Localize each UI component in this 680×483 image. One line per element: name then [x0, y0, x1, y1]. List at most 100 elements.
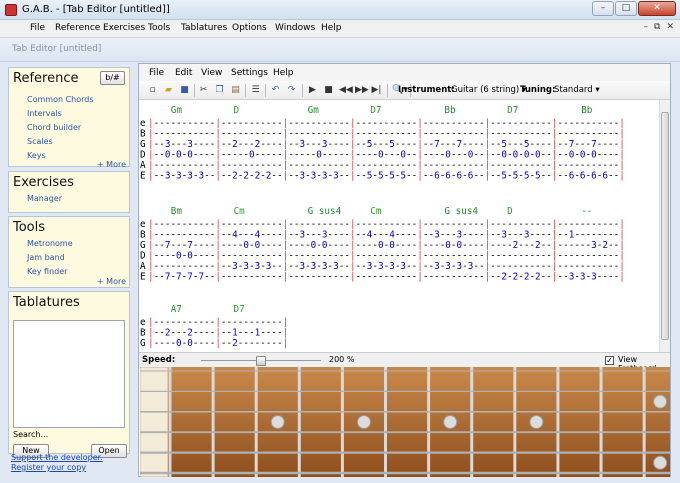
chord-name[interactable]: Gm: [171, 105, 183, 116]
string-name-label[interactable]: e: [140, 317, 146, 328]
editor-menu-edit[interactable]: Edit: [175, 68, 192, 78]
link-metronome[interactable]: Metronome: [27, 239, 73, 248]
reference-more-link[interactable]: + More: [97, 160, 126, 169]
tab-string-line[interactable]: |--7-7-7-7--|-----------|-----------|---…: [148, 272, 625, 283]
menu-options[interactable]: Options: [232, 23, 267, 33]
rewind-icon[interactable]: ◀◀: [339, 85, 353, 96]
paste-icon[interactable]: ▤: [230, 85, 241, 96]
close-button[interactable]: ✕: [638, 1, 676, 16]
open-folder-icon[interactable]: ▰: [163, 85, 174, 96]
string-name-label[interactable]: e: [140, 219, 146, 230]
chord-name[interactable]: G sus4: [308, 206, 342, 217]
tab-string-line[interactable]: |-----------|-----------|-----------|---…: [148, 160, 625, 171]
tab-string-line[interactable]: |--3-3-3-3--|--2-2-2-2--|--3-3-3-3--|--5…: [148, 171, 625, 182]
tab-string-line[interactable]: |--7---7----|----0-0----|----0-0----|---…: [148, 240, 625, 251]
menu-tools[interactable]: Tools: [148, 23, 170, 33]
search-input[interactable]: [13, 440, 125, 442]
string-name-label[interactable]: D: [140, 251, 146, 262]
menu-help[interactable]: Help: [321, 23, 342, 33]
play-icon[interactable]: ▶: [307, 85, 318, 96]
tab-string-line[interactable]: |-----------|--3-3-3-3--|--3-3-3-3--|--3…: [148, 261, 625, 272]
link-intervals[interactable]: Intervals: [27, 109, 62, 118]
chord-name[interactable]: D: [507, 206, 513, 217]
menu-file[interactable]: File: [30, 23, 45, 33]
link-chord-builder[interactable]: Chord builder: [27, 123, 81, 132]
chord-name[interactable]: Cm: [234, 206, 246, 217]
skip-end-icon[interactable]: ▶|: [371, 85, 382, 96]
mdi-close-button[interactable]: ✕: [666, 22, 674, 32]
chord-name[interactable]: Gm: [308, 105, 320, 116]
menu-exercises[interactable]: Exercises: [103, 23, 145, 33]
chord-name[interactable]: --: [581, 206, 592, 217]
editor-menu-view[interactable]: View: [201, 68, 222, 78]
menu-reference[interactable]: Reference: [55, 23, 100, 33]
view-fretboard-checkbox[interactable]: ✓: [605, 356, 614, 365]
vertical-scrollbar[interactable]: [659, 100, 670, 352]
save-icon[interactable]: ■: [179, 85, 190, 96]
string-name-label[interactable]: B: [140, 328, 146, 339]
menu-tablatures[interactable]: Tablatures: [181, 23, 227, 33]
instrument-dropdown[interactable]: Guitar (6 string) ▾: [451, 85, 526, 95]
link-keys[interactable]: Keys: [27, 151, 46, 160]
tab-string-line[interactable]: |--0-0-0----|-----0-----|-----0-----|---…: [148, 150, 625, 161]
tablature-area[interactable]: Gm D Gm D7 Bb D7 Bb e |-----------|-----------|-…: [140, 100, 659, 352]
link-manager[interactable]: Manager: [27, 194, 62, 203]
string-name-label[interactable]: B: [140, 129, 146, 140]
string-name-label[interactable]: E: [140, 171, 146, 182]
tab-string-line[interactable]: |-----------|-----------|-----------|---…: [148, 129, 625, 140]
redo-icon[interactable]: ↷: [286, 85, 297, 96]
string-name-label[interactable]: A: [140, 261, 146, 272]
mdi-restore-button[interactable]: ⧉: [654, 22, 660, 32]
speed-slider-thumb[interactable]: [256, 356, 266, 366]
undo-icon[interactable]: ↶: [270, 85, 281, 96]
sharp-flat-toggle-button[interactable]: b/#: [100, 71, 125, 85]
link-jam-band[interactable]: Jam band: [27, 253, 65, 262]
tools-more-link[interactable]: + More: [97, 277, 126, 286]
string-name-label[interactable]: D: [140, 150, 146, 161]
tablatures-list[interactable]: [13, 320, 125, 428]
list-icon[interactable]: ☰: [250, 85, 261, 96]
tab-string-line[interactable]: |-----------|--4---4----|--3---3----|--4…: [148, 230, 625, 241]
tab-string-line[interactable]: |--3---3----|--2---2----|--3---3----|--5…: [148, 139, 625, 150]
string-name-label[interactable]: G: [140, 139, 146, 150]
link-common-chords[interactable]: Common Chords: [27, 95, 94, 104]
editor-menu-file[interactable]: File: [149, 68, 164, 78]
tab-string-line[interactable]: |--2---2----|--1---1----|: [148, 328, 288, 339]
speed-slider[interactable]: [201, 356, 321, 366]
minimize-button[interactable]: –: [592, 1, 614, 16]
string-name-label[interactable]: G: [140, 240, 146, 251]
maximize-button[interactable]: □: [615, 1, 637, 16]
string-name-label[interactable]: A: [140, 160, 146, 171]
chord-name[interactable]: Bm: [171, 206, 183, 217]
copy-icon[interactable]: ❐: [214, 85, 225, 96]
string-name-label[interactable]: G: [140, 338, 146, 349]
tablature-staff[interactable]: Gm D Gm D7 Bb D7 Bbe |-----------|-----------|-…: [140, 100, 659, 352]
chord-name[interactable]: D7: [234, 304, 245, 315]
tuning-dropdown[interactable]: Standard ▾: [554, 85, 600, 95]
stop-icon[interactable]: ■: [323, 85, 334, 96]
tab-string-line[interactable]: |-----------|-----------|: [148, 317, 288, 328]
tab-string-line[interactable]: |-----------|-----------|-----------|---…: [148, 219, 625, 230]
scrollbar-thumb[interactable]: [661, 112, 669, 340]
tab-string-line[interactable]: |----0-0----|-----------|-----------|---…: [148, 251, 625, 262]
string-name-label[interactable]: e: [140, 118, 146, 129]
editor-menu-help[interactable]: Help: [273, 68, 294, 78]
chord-name[interactable]: A7: [171, 304, 182, 315]
link-key-finder[interactable]: Key finder: [27, 267, 67, 276]
chord-name[interactable]: D7: [507, 105, 518, 116]
string-name-label[interactable]: B: [140, 230, 146, 241]
fast-forward-icon[interactable]: ▶▶: [355, 85, 369, 96]
editor-menu-settings[interactable]: Settings: [231, 68, 268, 78]
chord-name[interactable]: D: [234, 105, 240, 116]
fretboard[interactable]: [140, 367, 670, 477]
chord-name[interactable]: G sus4: [444, 206, 478, 217]
tab-string-line[interactable]: |----0-0----|--2--------|: [148, 338, 288, 349]
tab-string-line[interactable]: |-----------|-----------|-----------|---…: [148, 118, 625, 129]
chord-name[interactable]: D7: [370, 105, 381, 116]
mdi-minimize-button[interactable]: –: [644, 22, 649, 32]
chord-name[interactable]: Bb: [581, 105, 593, 116]
cut-icon[interactable]: ✂: [198, 85, 209, 96]
menu-windows[interactable]: Windows: [275, 23, 315, 33]
string-name-label[interactable]: E: [140, 272, 146, 283]
chord-name[interactable]: Bb: [444, 105, 456, 116]
